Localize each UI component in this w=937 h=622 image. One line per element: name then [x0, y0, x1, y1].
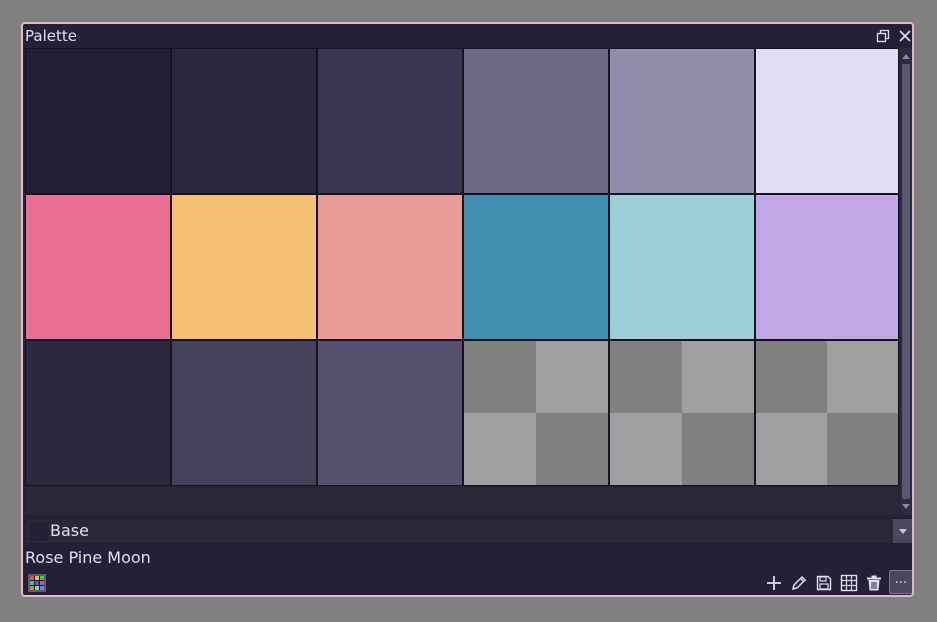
- window-title: Palette: [25, 27, 77, 45]
- chevron-down-icon: [899, 529, 907, 534]
- add-icon[interactable]: [765, 574, 783, 592]
- color-swatch[interactable]: [171, 194, 317, 340]
- color-swatch[interactable]: [317, 194, 463, 340]
- color-swatch[interactable]: [317, 340, 463, 486]
- palette-window: Palette Base Rose Pine Moon ...: [21, 22, 914, 597]
- color-swatch[interactable]: [171, 48, 317, 194]
- group-select-value: Base: [50, 521, 89, 540]
- color-swatch[interactable]: [609, 194, 755, 340]
- scrollbar-thumb[interactable]: [902, 64, 910, 499]
- palette-name: Rose Pine Moon: [25, 548, 151, 567]
- color-swatch[interactable]: [171, 340, 317, 486]
- color-swatch[interactable]: [463, 48, 609, 194]
- more-options-button[interactable]: ...: [889, 570, 912, 594]
- vertical-scrollbar[interactable]: [900, 48, 912, 515]
- grid-empty-area: [25, 487, 899, 515]
- swatch-grid: [25, 48, 899, 487]
- dropdown-button[interactable]: [893, 519, 912, 543]
- empty-swatch[interactable]: [463, 340, 609, 486]
- color-swatch[interactable]: [609, 48, 755, 194]
- color-swatch[interactable]: [755, 194, 899, 340]
- palette-grid-icon[interactable]: [28, 574, 46, 592]
- group-color-chip: [30, 523, 48, 541]
- delete-icon[interactable]: [865, 574, 883, 592]
- save-icon[interactable]: [815, 574, 833, 592]
- close-icon[interactable]: [897, 28, 912, 44]
- color-swatch[interactable]: [317, 48, 463, 194]
- color-swatch[interactable]: [463, 194, 609, 340]
- color-swatch[interactable]: [25, 340, 171, 486]
- color-swatch[interactable]: [25, 194, 171, 340]
- group-select[interactable]: Base: [25, 518, 912, 544]
- edit-icon[interactable]: [790, 574, 808, 592]
- titlebar[interactable]: Palette: [23, 24, 912, 48]
- restore-icon[interactable]: [875, 28, 891, 44]
- empty-swatch[interactable]: [609, 340, 755, 486]
- scroll-down-arrow-icon[interactable]: [902, 504, 910, 509]
- color-swatch[interactable]: [755, 48, 899, 194]
- scroll-up-arrow-icon[interactable]: [902, 54, 910, 59]
- color-swatch[interactable]: [25, 48, 171, 194]
- empty-swatch[interactable]: [755, 340, 899, 486]
- grid-icon[interactable]: [840, 574, 858, 592]
